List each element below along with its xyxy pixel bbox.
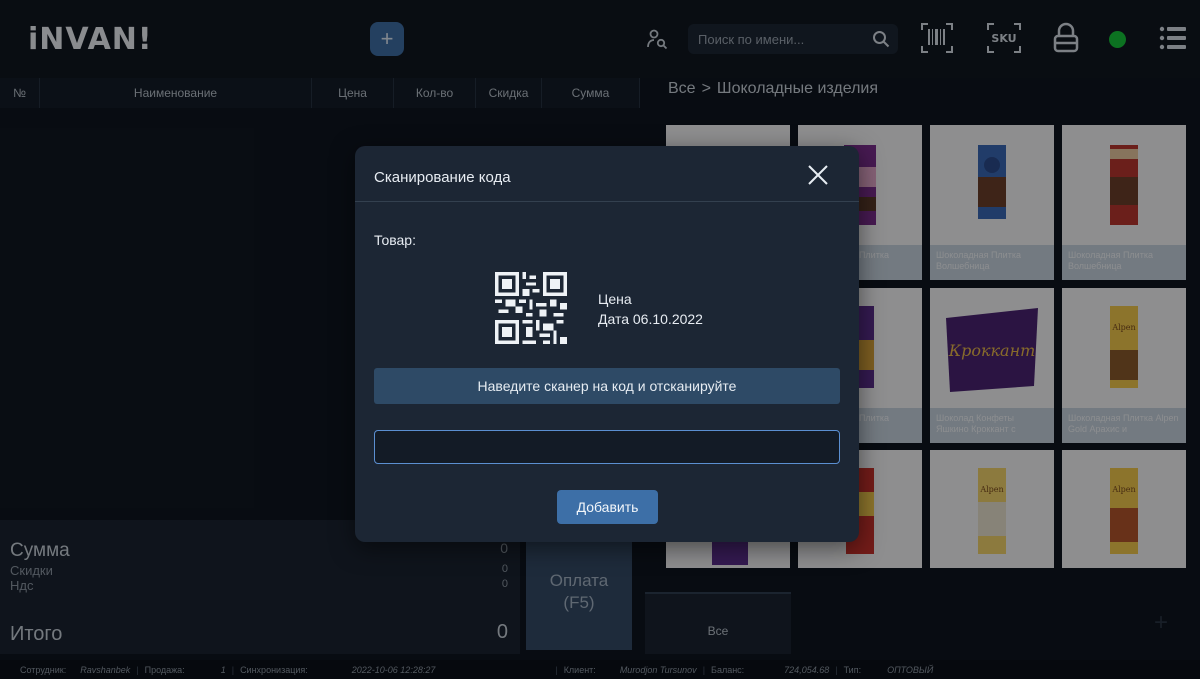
scan-code-dialog: Сканирование кода Товар: Цена Дата 06.10… bbox=[355, 146, 859, 542]
add-button[interactable]: Добавить bbox=[557, 490, 658, 524]
date-label: Дата 06.10.2022 bbox=[598, 311, 703, 327]
dialog-title: Сканирование кода bbox=[374, 169, 511, 186]
qr-code-icon bbox=[495, 272, 567, 344]
item-label: Товар: bbox=[374, 232, 416, 248]
scan-hint: Наведите сканер на код и отсканируйте bbox=[374, 368, 840, 404]
close-icon[interactable] bbox=[807, 164, 829, 186]
dialog-divider bbox=[355, 201, 859, 202]
code-input[interactable] bbox=[374, 430, 840, 464]
price-label: Цена bbox=[598, 291, 632, 307]
